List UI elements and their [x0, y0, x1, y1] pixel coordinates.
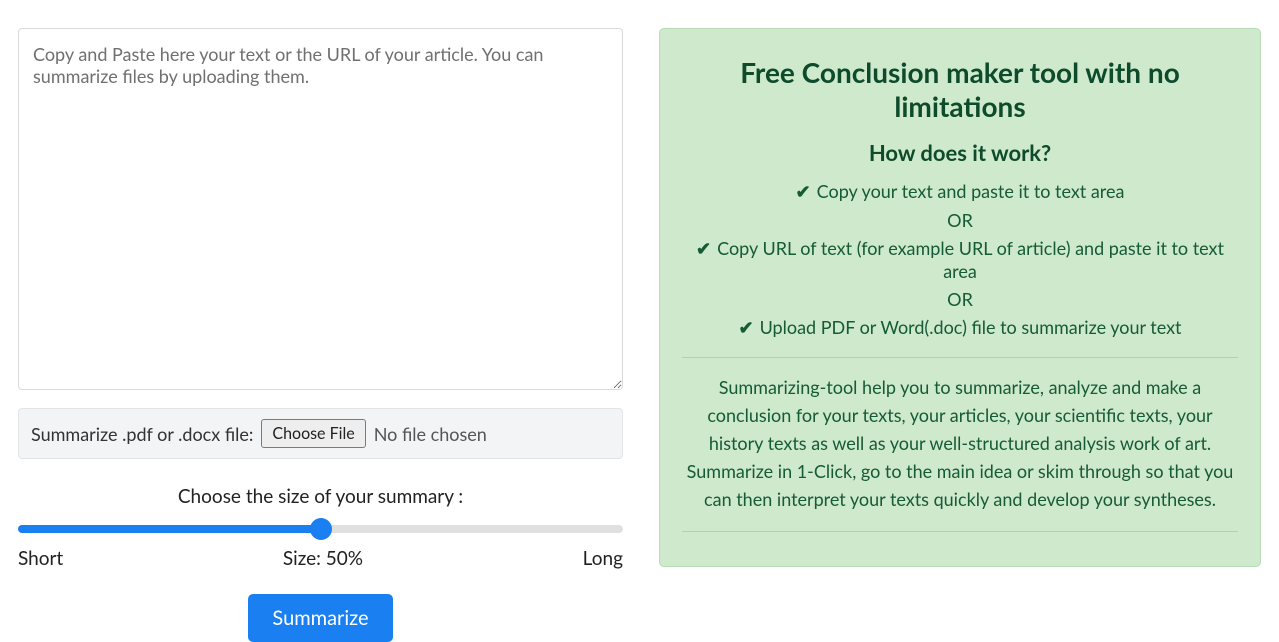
- how-step-1: ✔ Copy your text and paste it to text are…: [682, 180, 1238, 203]
- how-step-2: ✔ Copy URL of text (for example URL of ar…: [682, 237, 1238, 282]
- summarizer-form: Summarize .pdf or .docx file: Choose Fil…: [18, 28, 623, 642]
- how-step-2-text: Copy URL of text (for example URL of art…: [717, 237, 1224, 282]
- slider-labels: Short Size: 50% Long: [18, 547, 623, 570]
- info-divider-bottom: [682, 531, 1238, 532]
- check-icon: ✔: [738, 316, 753, 339]
- or-divider-2: OR: [682, 288, 1238, 310]
- slider-label-long: Long: [583, 547, 623, 570]
- summarize-button[interactable]: Summarize: [248, 594, 392, 642]
- text-input[interactable]: [18, 28, 623, 390]
- how-step-3-text: Upload PDF or Word(.doc) file to summari…: [760, 316, 1182, 338]
- info-title: Free Conclusion maker tool with no limit…: [682, 55, 1238, 123]
- info-subtitle: How does it work?: [682, 139, 1238, 166]
- summary-size-slider-row: [18, 518, 623, 537]
- choose-file-button[interactable]: Choose File: [261, 419, 365, 448]
- info-description: Summarizing-tool help you to summarize, …: [682, 374, 1238, 513]
- how-step-1-text: Copy your text and paste it to text area: [817, 180, 1125, 202]
- file-upload-label: Summarize .pdf or .docx file:: [31, 423, 253, 445]
- summary-size-slider[interactable]: [18, 525, 623, 533]
- how-step-3: ✔ Upload PDF or Word(.doc) file to summar…: [682, 316, 1238, 339]
- summary-size-title: Choose the size of your summary :: [18, 485, 623, 508]
- info-panel: Free Conclusion maker tool with no limit…: [659, 28, 1261, 642]
- check-icon: ✔: [796, 180, 811, 203]
- slider-label-size: Size: 50%: [63, 547, 582, 570]
- info-card: Free Conclusion maker tool with no limit…: [659, 28, 1261, 567]
- or-divider-1: OR: [682, 209, 1238, 231]
- info-divider: [682, 357, 1238, 358]
- file-status-text: No file chosen: [374, 423, 487, 445]
- check-icon: ✔: [696, 237, 711, 260]
- slider-label-short: Short: [18, 547, 63, 570]
- file-upload-row: Summarize .pdf or .docx file: Choose Fil…: [18, 408, 623, 459]
